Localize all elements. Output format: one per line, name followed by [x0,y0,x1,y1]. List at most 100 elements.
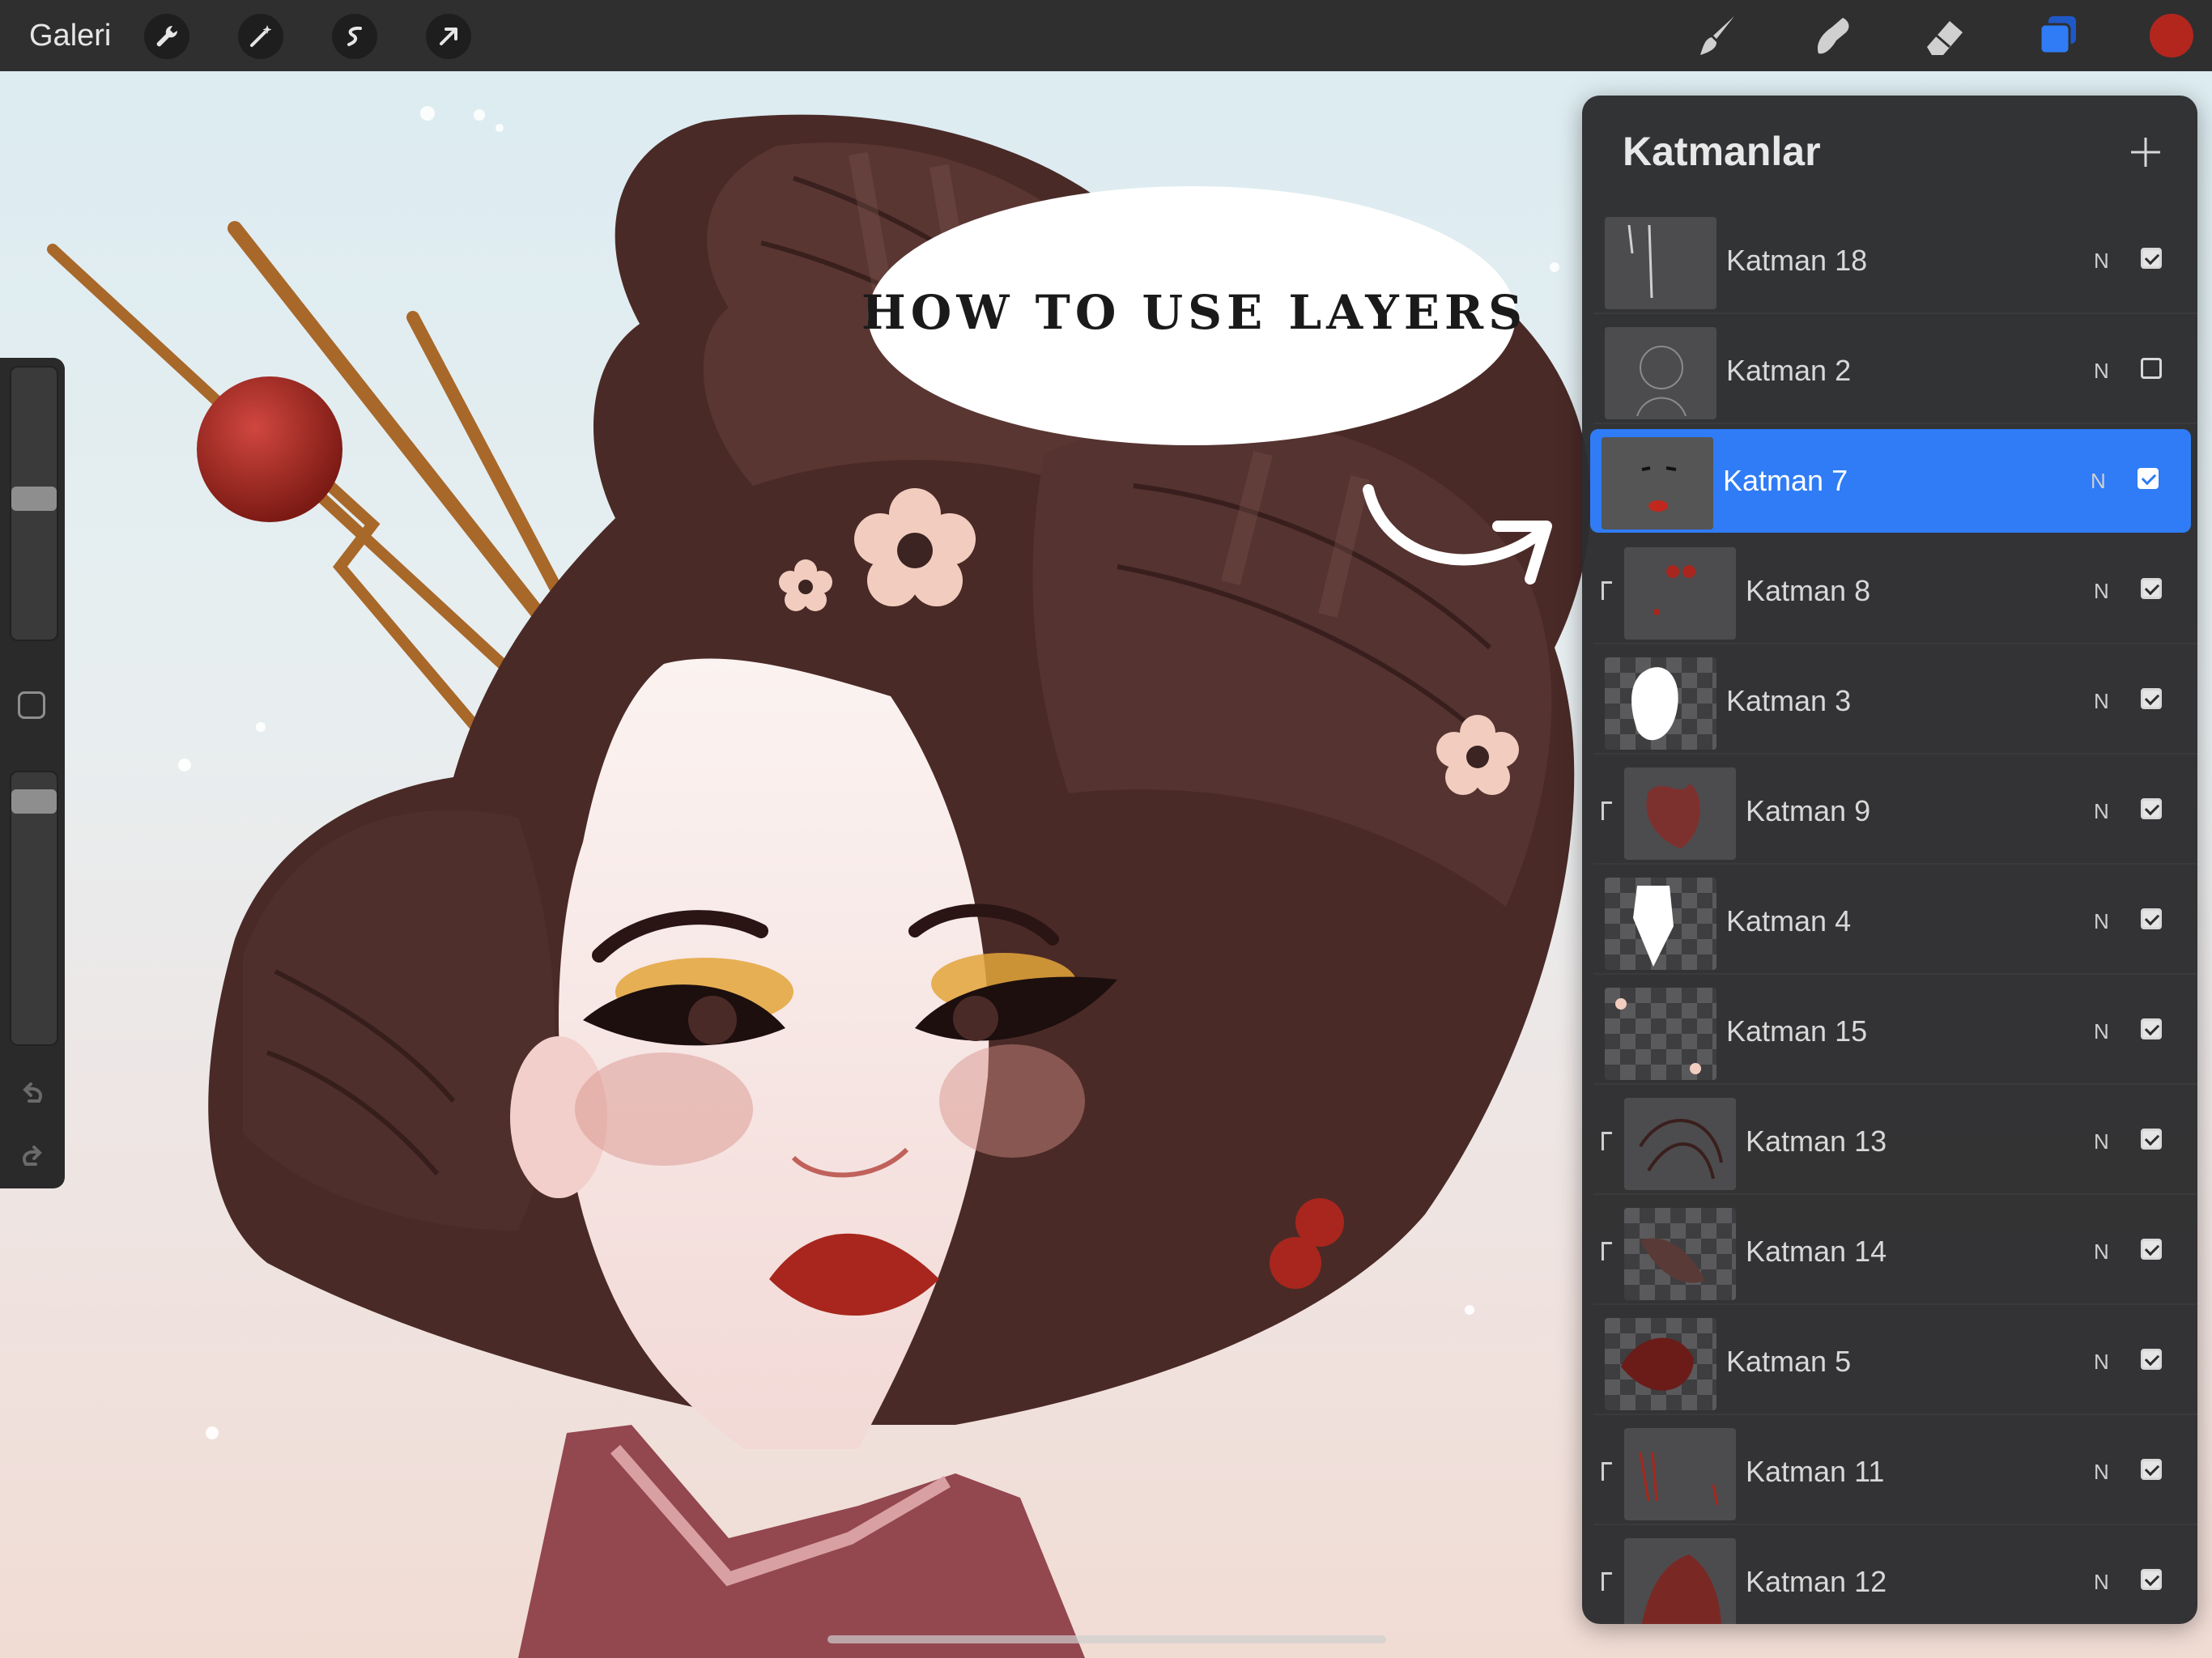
layer-row[interactable]: Katman 3 N [1593,649,2197,755]
add-layer-button[interactable] [2126,133,2165,172]
layer-thumbnail[interactable] [1624,1208,1736,1300]
transform-button[interactable] [426,14,471,59]
opacity-thumb[interactable] [11,789,57,814]
blend-mode-button[interactable]: N [2091,429,2106,533]
layer-visibility-checkbox[interactable] [2138,468,2159,489]
layer-thumbnail[interactable] [1624,767,1736,860]
layer-visibility-checkbox[interactable] [2141,358,2162,379]
selection-button[interactable] [332,14,377,59]
selection-icon [347,26,362,46]
blend-mode-button[interactable]: N [2094,869,2109,973]
brush-tool-button[interactable] [1694,11,1742,60]
layer-visibility-checkbox[interactable] [2141,1569,2162,1590]
layer-name: Katman 2 [1726,354,1852,387]
layer-visibility-checkbox[interactable] [2141,908,2162,929]
layer-row[interactable]: Katman 7 N [1590,429,2191,533]
layer-row[interactable]: Katman 5 N [1593,1310,2197,1415]
layer-thumbnail[interactable] [1624,1428,1736,1520]
layer-name: Katman 12 [1746,1565,1887,1598]
eraser-tool-button[interactable] [1921,11,1969,60]
gallery-button[interactable]: Galeri [29,0,111,71]
left-sidebar [0,358,65,1188]
layers-button[interactable] [2034,11,2082,60]
opacity-slider[interactable] [10,771,58,1046]
layer-name: Katman 3 [1726,684,1852,717]
layer-name: Katman 9 [1746,794,1871,827]
blend-mode-button[interactable]: N [2094,1200,2109,1303]
plus-icon [2131,138,2160,167]
eraser-icon [1927,21,1963,55]
adjustments-button[interactable] [238,14,283,59]
layer-thumbnail[interactable] [1624,1098,1736,1190]
layer-row[interactable]: Katman 8 N [1593,539,2197,644]
color-button[interactable] [2147,11,2196,60]
blend-mode-button[interactable]: N [2094,759,2109,863]
layer-name: Katman 11 [1746,1455,1885,1488]
brush-size-thumb[interactable] [11,486,57,511]
layers-icon [2039,16,2076,55]
layers-panel-title: Katmanlar [1623,129,1821,174]
layer-name: Katman 13 [1746,1124,1887,1158]
layer-name: Katman 5 [1726,1345,1852,1378]
blend-mode-button[interactable]: N [2094,1090,2109,1193]
layer-visibility-checkbox[interactable] [2141,688,2162,709]
layer-row[interactable]: Katman 4 N [1593,869,2197,975]
layer-thumbnail[interactable] [1605,988,1716,1080]
layer-visibility-checkbox[interactable] [2141,1018,2162,1039]
layer-row[interactable]: Katman 12 N [1593,1530,2197,1624]
layer-row[interactable]: Katman 18 N [1593,209,2197,314]
layer-name: Katman 15 [1726,1014,1868,1048]
layer-name: Katman 14 [1746,1235,1887,1268]
kimono [518,1425,1085,1658]
blend-mode-button[interactable]: N [2094,649,2109,753]
blend-mode-button[interactable]: N [2094,319,2109,423]
blend-mode-button[interactable]: N [2094,1310,2109,1414]
layer-thumbnail[interactable] [1624,547,1736,640]
transform-arrow-icon [440,28,457,45]
layer-row[interactable]: Katman 2 N [1593,319,2197,424]
layer-thumbnail[interactable] [1605,217,1716,309]
clipping-mask-icon [1602,1462,1612,1481]
home-indicator[interactable] [827,1635,1386,1643]
blend-mode-button[interactable]: N [2094,980,2109,1083]
layer-visibility-checkbox[interactable] [2141,578,2162,599]
layer-row[interactable]: Katman 13 N [1593,1090,2197,1195]
layer-thumbnail[interactable] [1624,1538,1736,1624]
redo-button[interactable] [16,1141,49,1174]
blend-mode-button[interactable]: N [2094,1530,2109,1624]
layer-thumbnail[interactable] [1602,437,1713,529]
layer-thumbnail[interactable] [1605,327,1716,419]
layer-row[interactable]: Katman 15 N [1593,980,2197,1085]
layer-visibility-checkbox[interactable] [2141,248,2162,269]
layer-name: Katman 18 [1726,244,1868,277]
undo-button[interactable] [16,1078,49,1111]
clipping-mask-icon [1602,801,1612,820]
modify-button[interactable] [18,691,45,719]
layer-visibility-checkbox[interactable] [2141,1459,2162,1480]
layer-visibility-checkbox[interactable] [2141,1349,2162,1370]
actions-button[interactable] [144,14,189,59]
undo-icon [23,1082,42,1103]
layer-row[interactable]: Katman 11 N [1593,1420,2197,1525]
layer-row[interactable]: Katman 14 N [1593,1200,2197,1305]
layer-visibility-checkbox[interactable] [2141,1239,2162,1260]
layer-name: Katman 7 [1723,464,1848,497]
layer-name: Katman 8 [1746,574,1871,607]
layer-thumbnail[interactable] [1605,657,1716,750]
layers-panel: Katmanlar Katman 18 N Katman 2 N Katman 7 N Ka… [1582,96,2197,1624]
blend-mode-button[interactable]: N [2094,209,2109,312]
layer-name: Katman 4 [1726,904,1852,937]
layer-thumbnail[interactable] [1605,878,1716,970]
layer-visibility-checkbox[interactable] [2141,1129,2162,1150]
layer-visibility-checkbox[interactable] [2141,798,2162,819]
blend-mode-button[interactable]: N [2094,539,2109,643]
smudge-tool-button[interactable] [1807,11,1856,60]
brush-size-slider[interactable] [10,366,58,641]
color-swatch [2150,14,2193,57]
clipping-mask-icon [1602,1242,1612,1261]
callout-text: HOW TO USE LAYERS [861,285,1527,340]
layer-row[interactable]: Katman 9 N [1593,759,2197,865]
layer-thumbnail[interactable] [1605,1318,1716,1410]
blend-mode-button[interactable]: N [2094,1420,2109,1524]
redo-icon [23,1146,42,1166]
